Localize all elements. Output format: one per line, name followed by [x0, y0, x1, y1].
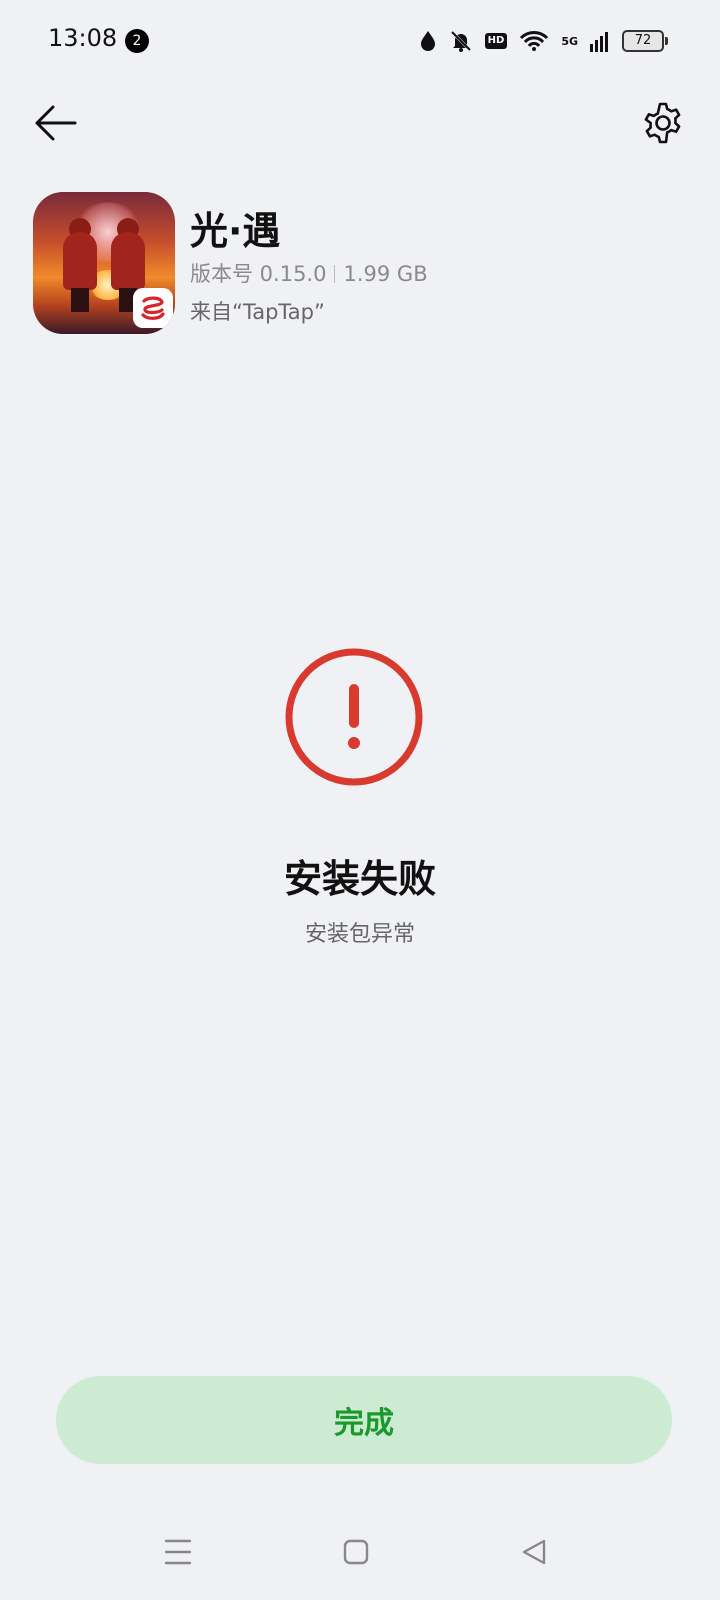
- netease-logo-icon: [133, 288, 173, 328]
- install-status-reason: 安装包异常: [304, 922, 415, 947]
- back-triangle-icon: [522, 1539, 546, 1565]
- app-icon: [33, 192, 175, 334]
- wifi-icon: [520, 31, 549, 51]
- mute-bell-icon: [450, 30, 471, 52]
- menu-icon: [164, 1539, 192, 1565]
- back-arrow-icon: [35, 105, 77, 141]
- signal-icon: [590, 32, 608, 52]
- app-source: 来自“TapTap”: [190, 300, 325, 324]
- battery-icon: 72: [622, 30, 668, 52]
- app-version: 版本号 0.15.0: [190, 262, 327, 286]
- nav-home-button[interactable]: [336, 1532, 376, 1572]
- install-status-title: 安装失败: [283, 857, 436, 901]
- done-button[interactable]: 完成: [56, 1376, 672, 1464]
- battery-level: 72: [622, 30, 664, 52]
- settings-button[interactable]: [638, 98, 688, 148]
- hd-icon: HD: [484, 33, 508, 49]
- water-drop-icon: [420, 31, 435, 51]
- app-name: 光·遇: [190, 209, 281, 253]
- status-icons: HD 5G 72: [419, 26, 668, 56]
- app-meta: 版本号 0.15.0 1.99 GB: [190, 258, 428, 288]
- home-icon: [343, 1539, 369, 1565]
- network-5g-label: 5G: [561, 34, 578, 48]
- status-time: 13:08: [48, 24, 118, 52]
- nav-back-button[interactable]: [514, 1532, 554, 1572]
- notification-count-badge: 2: [125, 29, 149, 53]
- app-size: 1.99 GB: [343, 262, 428, 286]
- meta-divider: [334, 265, 336, 283]
- nav-menu-button[interactable]: [158, 1532, 198, 1572]
- gear-icon: [644, 102, 681, 144]
- back-button[interactable]: [30, 98, 80, 148]
- error-icon: [285, 648, 423, 786]
